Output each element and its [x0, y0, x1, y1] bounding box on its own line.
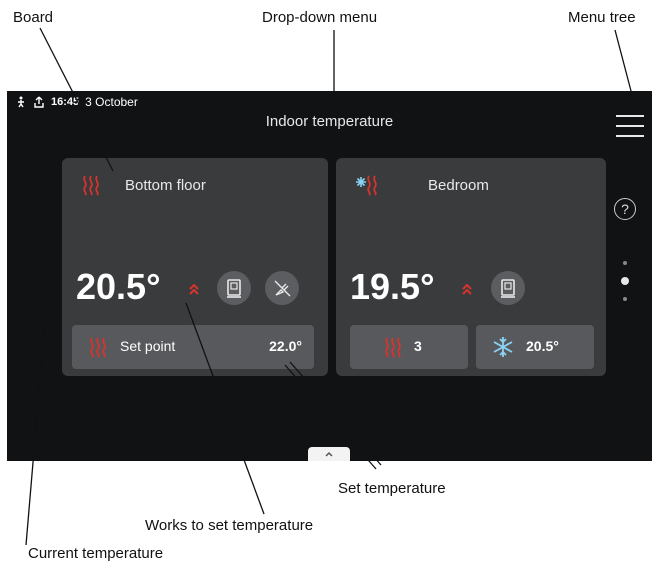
leader-menu-tree	[614, 29, 637, 111]
leader-works-to-set	[185, 302, 265, 515]
leader-set-temperature-b	[289, 361, 382, 466]
leader-board	[39, 27, 114, 172]
leader-current-temperature	[25, 320, 46, 546]
leader-set-temperature-a	[284, 364, 377, 470]
callout-lines	[25, 27, 637, 546]
